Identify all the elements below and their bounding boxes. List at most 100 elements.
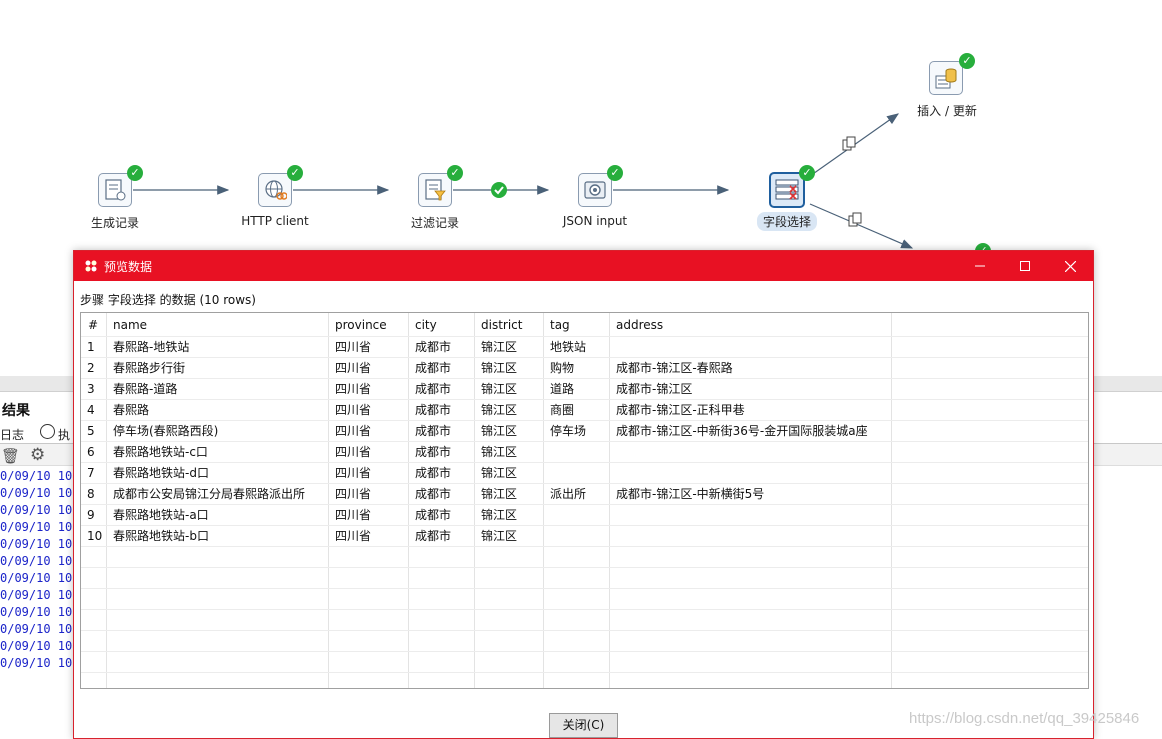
cell-tag bbox=[544, 442, 610, 462]
table-row[interactable]: 6 春熙路地铁站-c口 四川省 成都市 锦江区 bbox=[81, 441, 1088, 462]
table-row[interactable]: 7 春熙路地铁站-d口 四川省 成都市 锦江区 bbox=[81, 462, 1088, 483]
cell-address bbox=[610, 526, 892, 546]
maximize-button[interactable] bbox=[1002, 251, 1048, 281]
tab-execution[interactable]: 执 bbox=[58, 426, 70, 443]
cell-filler bbox=[892, 337, 1088, 357]
clock-icon bbox=[40, 424, 55, 439]
close-window-button[interactable] bbox=[1047, 251, 1093, 281]
close-icon bbox=[1064, 260, 1076, 272]
cell-filler bbox=[892, 673, 1088, 688]
cell-rownum bbox=[81, 652, 107, 672]
cell-province: 四川省 bbox=[329, 505, 409, 525]
table-row[interactable]: 10 春熙路地铁站-b口 四川省 成都市 锦江区 bbox=[81, 525, 1088, 546]
column-header-city[interactable]: city bbox=[409, 313, 475, 336]
cell-address: 成都市-锦江区-正科甲巷 bbox=[610, 400, 892, 420]
table-row[interactable] bbox=[81, 567, 1088, 588]
step-label-filter-rows: 过滤记录 bbox=[410, 216, 460, 230]
cell-province bbox=[329, 673, 409, 688]
cell-province: 四川省 bbox=[329, 463, 409, 483]
table-row[interactable]: 4 春熙路 四川省 成都市 锦江区 商圈 成都市-锦江区-正科甲巷 bbox=[81, 399, 1088, 420]
column-header-province[interactable]: province bbox=[329, 313, 409, 336]
table-row[interactable]: 8 成都市公安局锦江分局春熙路派出所 四川省 成都市 锦江区 派出所 成都市-锦江区-中新横… bbox=[81, 483, 1088, 504]
cell-district bbox=[475, 652, 544, 672]
cell-name bbox=[107, 610, 329, 630]
cell-district: 锦江区 bbox=[475, 358, 544, 378]
cell-city bbox=[409, 631, 475, 651]
tab-log[interactable]: 日志 bbox=[0, 426, 24, 443]
cell-rownum: 3 bbox=[81, 379, 107, 399]
dialog-titlebar[interactable]: 预览数据 bbox=[74, 251, 1093, 281]
step-http-client[interactable] bbox=[258, 173, 292, 207]
cell-name: 春熙路地铁站-b口 bbox=[107, 526, 329, 546]
minimize-button[interactable] bbox=[957, 251, 1003, 281]
column-header-tag[interactable]: tag bbox=[544, 313, 610, 336]
cell-district: 锦江区 bbox=[475, 484, 544, 504]
cell-tag: 地铁站 bbox=[544, 337, 610, 357]
cell-name bbox=[107, 589, 329, 609]
table-row[interactable]: 5 停车场(春熙路西段) 四川省 成都市 锦江区 停车场 成都市-锦江区-中新街36号-金开… bbox=[81, 420, 1088, 441]
step-success-icon: ✓ bbox=[799, 165, 815, 181]
select-values-icon bbox=[775, 179, 799, 200]
cell-rownum: 6 bbox=[81, 442, 107, 462]
cell-rownum: 1 bbox=[81, 337, 107, 357]
trash-icon[interactable]: 🗑 bbox=[1, 447, 20, 465]
close-button[interactable]: 关闭(C) bbox=[549, 713, 618, 738]
column-header-district[interactable]: district bbox=[475, 313, 544, 336]
cell-filler bbox=[892, 484, 1088, 504]
step-generate-rows[interactable] bbox=[98, 173, 132, 207]
generate-rows-icon bbox=[105, 179, 126, 201]
cell-tag bbox=[544, 589, 610, 609]
column-header-rownum[interactable]: ^ # bbox=[81, 313, 107, 336]
cell-province bbox=[329, 610, 409, 630]
column-header-address[interactable]: address bbox=[610, 313, 892, 336]
cell-filler bbox=[892, 505, 1088, 525]
step-filter-rows[interactable] bbox=[418, 173, 452, 207]
preview-data-dialog: 预览数据 步骤 字段选择 的数据 (10 rows) ^ # name prov… bbox=[73, 250, 1094, 739]
cell-rownum: 7 bbox=[81, 463, 107, 483]
cell-filler bbox=[892, 379, 1088, 399]
table-row[interactable]: 2 春熙路步行街 四川省 成都市 锦江区 购物 成都市-锦江区-春熙路 bbox=[81, 357, 1088, 378]
step-json-input[interactable] bbox=[578, 173, 612, 207]
cell-province bbox=[329, 547, 409, 567]
cell-tag bbox=[544, 463, 610, 483]
column-header-name[interactable]: name bbox=[107, 313, 329, 336]
table-row[interactable] bbox=[81, 609, 1088, 630]
cell-name: 春熙路-道路 bbox=[107, 379, 329, 399]
cell-address bbox=[610, 589, 892, 609]
step-insert-update[interactable] bbox=[929, 61, 963, 95]
cell-name bbox=[107, 547, 329, 567]
cell-province: 四川省 bbox=[329, 358, 409, 378]
cell-rownum: 5 bbox=[81, 421, 107, 441]
hop-select-lower[interactable] bbox=[809, 203, 914, 249]
cell-tag bbox=[544, 673, 610, 688]
table-row[interactable] bbox=[81, 651, 1088, 672]
http-client-icon bbox=[265, 180, 287, 200]
table-row[interactable]: 3 春熙路-道路 四川省 成都市 锦江区 道路 成都市-锦江区 bbox=[81, 378, 1088, 399]
cell-city: 成都市 bbox=[409, 400, 475, 420]
json-input-icon bbox=[584, 181, 606, 199]
gear-icon[interactable]: ⚙ bbox=[30, 445, 45, 465]
cell-city bbox=[409, 547, 475, 567]
cell-province: 四川省 bbox=[329, 400, 409, 420]
table-row[interactable] bbox=[81, 630, 1088, 651]
table-row[interactable] bbox=[81, 546, 1088, 567]
cell-city: 成都市 bbox=[409, 505, 475, 525]
table-row[interactable]: 1 春熙路-地铁站 四川省 成都市 锦江区 地铁站 bbox=[81, 336, 1088, 357]
preview-data-table[interactable]: ^ # name province city district tag addr… bbox=[80, 312, 1089, 689]
cell-province: 四川省 bbox=[329, 337, 409, 357]
cell-province bbox=[329, 589, 409, 609]
copy-rows-icon bbox=[842, 136, 856, 151]
cell-tag bbox=[544, 526, 610, 546]
cell-name bbox=[107, 652, 329, 672]
table-row[interactable] bbox=[81, 588, 1088, 609]
table-row[interactable] bbox=[81, 672, 1088, 688]
step-label-select-values: 字段选择 bbox=[756, 212, 818, 231]
cell-city bbox=[409, 589, 475, 609]
cell-city: 成都市 bbox=[409, 421, 475, 441]
cell-city bbox=[409, 610, 475, 630]
cell-province: 四川省 bbox=[329, 442, 409, 462]
cell-name bbox=[107, 631, 329, 651]
cell-address bbox=[610, 463, 892, 483]
table-row[interactable]: 9 春熙路地铁站-a口 四川省 成都市 锦江区 bbox=[81, 504, 1088, 525]
cell-filler bbox=[892, 589, 1088, 609]
